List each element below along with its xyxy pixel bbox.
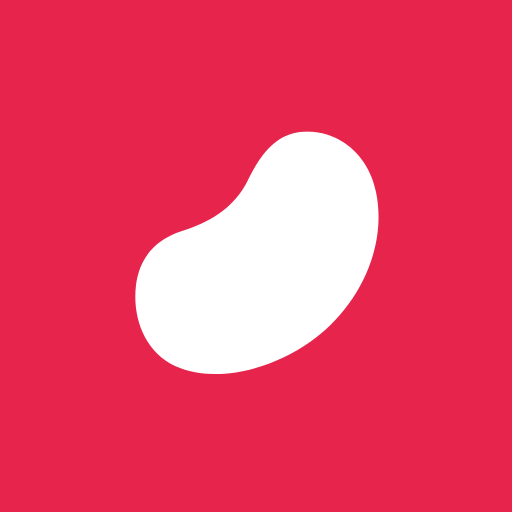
app-icon — [0, 0, 512, 512]
bean-logo-icon — [0, 0, 512, 512]
